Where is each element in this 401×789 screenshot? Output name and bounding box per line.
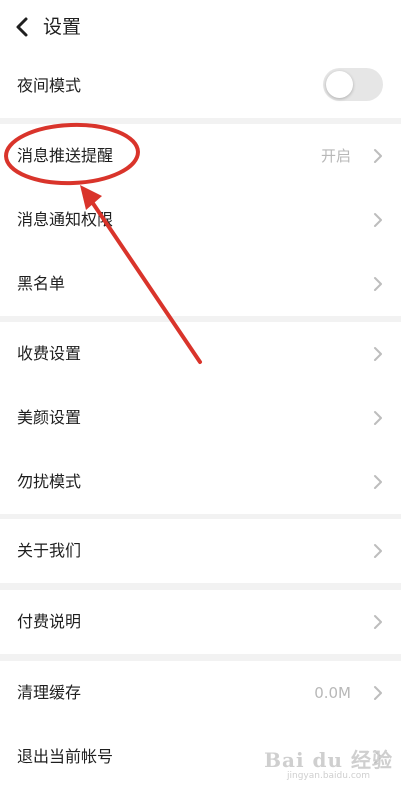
chevron-right-icon — [374, 411, 382, 425]
settings-row-about-us[interactable]: 关于我们 — [0, 519, 401, 583]
settings-row-charge-settings[interactable]: 收费设置 — [0, 322, 401, 386]
chevron-right-icon — [374, 615, 382, 629]
chevron-right-icon — [374, 277, 382, 291]
settings-row-clear-cache[interactable]: 清理缓存 0.0M — [0, 661, 401, 725]
row-label: 勿扰模式 — [17, 472, 82, 491]
row-label: 美颜设置 — [17, 408, 82, 427]
settings-row-push-reminder[interactable]: 消息推送提醒 开启 — [0, 124, 401, 188]
row-label: 关于我们 — [17, 541, 82, 560]
row-label: 消息通知权限 — [17, 210, 114, 229]
chevron-right-icon — [374, 149, 382, 163]
chevron-right-icon — [374, 213, 382, 227]
page-title: 设置 — [43, 16, 82, 38]
section-about: 关于我们 — [0, 519, 401, 583]
watermark-logo: Bai du 经验 — [264, 748, 393, 772]
section-night-mode: 夜间模式 — [0, 54, 401, 118]
chevron-right-icon — [374, 544, 382, 558]
chevron-left-icon[interactable] — [12, 14, 34, 40]
chevron-right-icon — [374, 475, 382, 489]
section-live-settings: 收费设置 美颜设置 勿扰模式 — [0, 322, 401, 514]
night-mode-toggle[interactable] — [323, 68, 383, 101]
settings-row-night-mode: 夜间模式 — [0, 54, 401, 118]
row-label: 消息推送提醒 — [17, 146, 114, 165]
section-payment: 付费说明 — [0, 590, 401, 654]
section-notifications: 消息推送提醒 开启 消息通知权限 黑名单 — [0, 124, 401, 316]
watermark-url: jingyan.baidu.com — [287, 771, 371, 781]
settings-row-notification-permission[interactable]: 消息通知权限 — [0, 188, 401, 252]
settings-row-payment-info[interactable]: 付费说明 — [0, 590, 401, 654]
row-label: 退出当前帐号 — [17, 747, 114, 766]
row-value: 0.0M — [314, 684, 351, 702]
toggle-knob — [326, 71, 353, 98]
row-label: 收费设置 — [17, 344, 82, 363]
settings-row-blacklist[interactable]: 黑名单 — [0, 252, 401, 316]
settings-row-do-not-disturb[interactable]: 勿扰模式 — [0, 450, 401, 514]
row-label: 付费说明 — [17, 612, 82, 631]
row-label: 夜间模式 — [17, 76, 82, 95]
settings-row-beauty-settings[interactable]: 美颜设置 — [0, 386, 401, 450]
header: 设置 — [0, 0, 401, 54]
watermark: Bai du 经验 jingyan.baidu.com — [264, 749, 393, 781]
row-label: 清理缓存 — [17, 683, 82, 702]
chevron-right-icon — [374, 347, 382, 361]
row-label: 黑名单 — [17, 274, 66, 293]
chevron-right-icon — [374, 686, 382, 700]
row-value: 开启 — [320, 147, 351, 165]
